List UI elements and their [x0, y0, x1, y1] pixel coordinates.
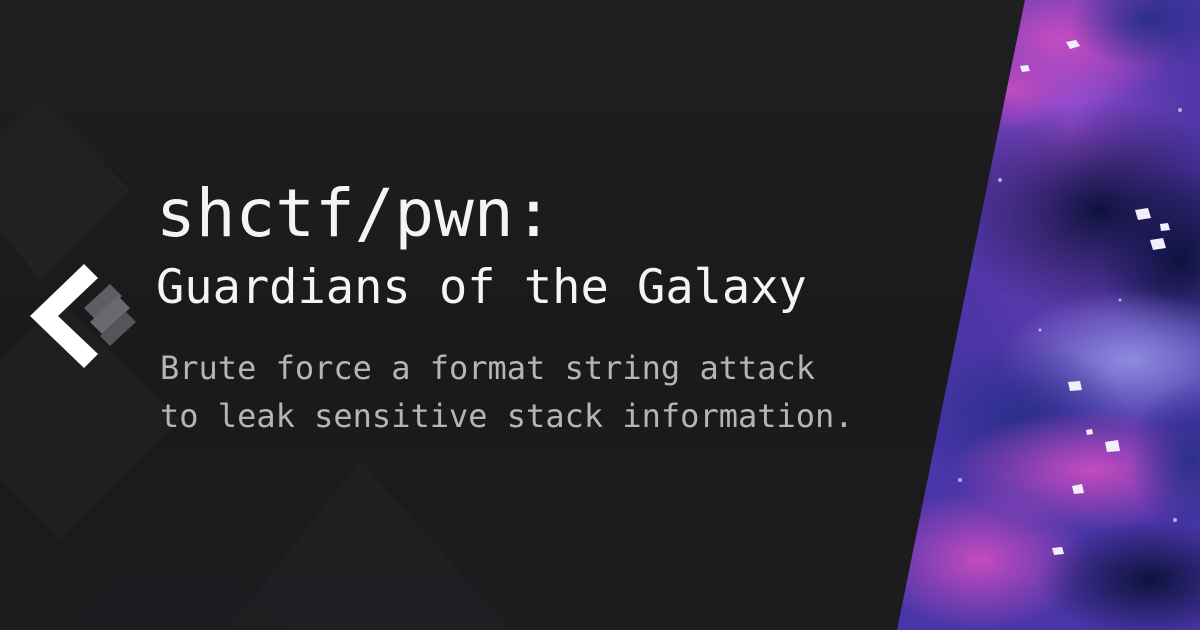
chevron-left-brand-icon[interactable] — [26, 262, 138, 370]
description-line: to leak sensitive stack information. — [160, 397, 854, 435]
description-line: Brute force a format string attack — [160, 349, 816, 387]
social-card: shctf/pwn: Guardians of the Galaxy Brute… — [0, 0, 1200, 630]
post-description: Brute force a format string attack to le… — [160, 344, 854, 440]
post-title: shctf/pwn: — [156, 175, 554, 252]
post-subtitle: Guardians of the Galaxy — [156, 260, 807, 315]
